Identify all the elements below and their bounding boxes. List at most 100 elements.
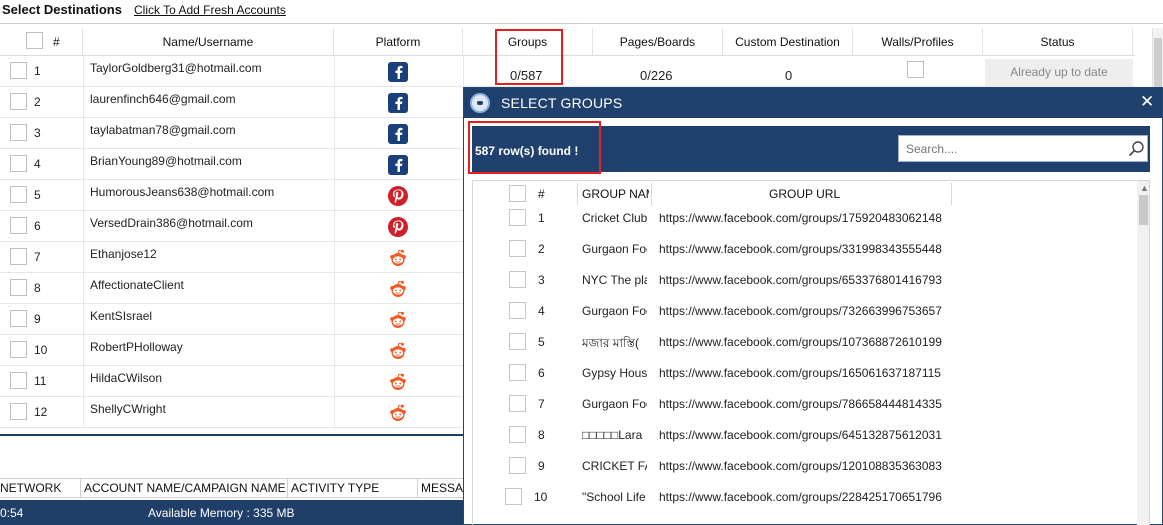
row-number: 11: [34, 374, 47, 388]
group-checkbox[interactable]: [509, 333, 526, 350]
pages-count[interactable]: 0/226: [640, 68, 673, 83]
group-url: https://www.facebook.com/groups/22842517…: [659, 490, 942, 504]
groups-scrollbar-thumb[interactable]: [1139, 195, 1148, 225]
group-row[interactable]: 5 মজার মাস্তি(https://www.facebook.com/gr…: [473, 330, 1135, 361]
group-number: 7: [538, 397, 545, 411]
search-box[interactable]: [898, 135, 1148, 162]
group-checkbox[interactable]: [509, 302, 526, 319]
group-name: Cricket Club: [582, 211, 647, 225]
header-walls-profiles[interactable]: Walls/Profiles: [853, 28, 983, 56]
pinterest-icon: [388, 217, 408, 237]
group-checkbox[interactable]: [509, 426, 526, 443]
log-col-network[interactable]: NETWORK: [0, 481, 61, 495]
header-select-col: #: [0, 28, 83, 56]
cell-divider: [83, 273, 84, 304]
log-col-message[interactable]: MESSAGE: [421, 481, 463, 495]
group-checkbox[interactable]: [509, 240, 526, 257]
cell-divider: [334, 242, 335, 273]
group-checkbox[interactable]: [505, 488, 522, 505]
facebook-icon: [388, 155, 408, 175]
cell-divider: [334, 180, 335, 211]
rows-found-highlight: [468, 121, 601, 174]
account-username: Ethanjose12: [90, 247, 157, 261]
group-row[interactable]: 6 Gypsy House https://www.facebook.com/gro…: [473, 361, 1135, 392]
group-row[interactable]: 7 Gurgaon Food https://www.facebook.com/gr…: [473, 392, 1135, 423]
header-platform[interactable]: Platform: [334, 28, 463, 56]
group-checkbox[interactable]: [509, 395, 526, 412]
walls-profiles-checkbox[interactable]: [907, 61, 924, 78]
group-url: https://www.facebook.com/groups/73266399…: [659, 304, 942, 318]
log-col-separator: [80, 479, 81, 497]
cell-divider: [334, 211, 335, 242]
group-number: 8: [538, 428, 545, 442]
row-number: 12: [34, 405, 48, 419]
group-row[interactable]: 4 Gurgaon Food https://www.facebook.com/gr…: [473, 299, 1135, 330]
group-checkbox[interactable]: [509, 364, 526, 381]
account-row[interactable]: 1 TaylorGoldberg31@hotmail.com: [0, 56, 1135, 87]
group-name: □□□□□Lara: [582, 428, 643, 442]
group-number: 5: [538, 335, 545, 349]
group-name: Gurgaon Food: [582, 304, 647, 318]
group-name: Gypsy House: [582, 366, 647, 380]
row-checkbox[interactable]: [10, 217, 27, 234]
group-name: "School Life: [582, 490, 646, 504]
row-checkbox[interactable]: [10, 155, 27, 172]
row-checkbox[interactable]: [10, 124, 27, 141]
log-col-account[interactable]: ACCOUNT NAME/CAMPAIGN NAME: [84, 481, 286, 495]
search-icon[interactable]: [1128, 140, 1145, 157]
row-checkbox[interactable]: [10, 279, 27, 296]
row-checkbox[interactable]: [10, 310, 27, 327]
cell-divider: [334, 149, 335, 180]
group-row[interactable]: 2 Gurgaon Food https://www.facebook.com/gr…: [473, 237, 1135, 268]
custom-destination-count[interactable]: 0: [785, 68, 792, 83]
groups-scrollbar[interactable]: [1137, 181, 1149, 525]
select-all-checkbox[interactable]: [26, 32, 43, 49]
group-url: https://www.facebook.com/groups/10736887…: [659, 335, 942, 349]
row-checkbox[interactable]: [10, 248, 27, 265]
group-checkbox[interactable]: [509, 271, 526, 288]
header-status[interactable]: Status: [983, 28, 1133, 56]
group-row[interactable]: 10 "School Life https://www.facebook.com/g…: [473, 485, 1135, 516]
pinterest-icon: [388, 186, 408, 206]
group-row[interactable]: 8 □□□□□Lara https://www.facebook.com/group…: [473, 423, 1135, 454]
groups-col-name[interactable]: GROUP NAME: [582, 183, 649, 205]
header-pages-boards[interactable]: Pages/Boards: [593, 28, 723, 56]
add-fresh-accounts-link[interactable]: Click To Add Fresh Accounts: [134, 3, 286, 17]
group-checkbox[interactable]: [509, 209, 526, 226]
scroll-up-icon[interactable]: ▲: [1140, 183, 1149, 193]
dialog-title-bar[interactable]: SELECT GROUPS ✕: [464, 88, 1162, 118]
row-number: 6: [34, 219, 41, 233]
groups-col-url[interactable]: GROUP URL: [769, 183, 840, 205]
close-icon[interactable]: ✕: [1140, 92, 1154, 112]
group-name: Gurgaon Food: [582, 397, 647, 411]
dialog-title: SELECT GROUPS: [501, 95, 623, 111]
group-row[interactable]: 3 NYC The place https://www.facebook.com/g…: [473, 268, 1135, 299]
cell-divider: [83, 149, 84, 180]
group-row[interactable]: 1 Cricket Club https://www.facebook.com/gr…: [473, 206, 1135, 237]
search-input[interactable]: [899, 136, 1123, 161]
row-number: 4: [34, 157, 41, 171]
row-checkbox[interactable]: [10, 62, 27, 79]
account-username: taylabatman78@gmail.com: [90, 123, 236, 137]
app-logo-icon: [470, 93, 490, 113]
group-row[interactable]: 9 CRICKET FANS https://www.facebook.com/gr…: [473, 454, 1135, 485]
group-url: https://www.facebook.com/groups/12010883…: [659, 459, 942, 473]
group-name: NYC The place: [582, 273, 647, 287]
group-url: https://www.facebook.com/groups/16506163…: [659, 366, 941, 380]
row-checkbox[interactable]: [10, 93, 27, 110]
cell-divider: [334, 273, 335, 304]
cell-divider: [83, 335, 84, 366]
group-number: 6: [538, 366, 545, 380]
row-number: 3: [34, 126, 41, 140]
select-all-groups-checkbox[interactable]: [509, 185, 526, 202]
row-checkbox[interactable]: [10, 372, 27, 389]
header-name[interactable]: Name/Username: [83, 28, 334, 56]
account-username: TaylorGoldberg31@hotmail.com: [90, 61, 262, 75]
group-checkbox[interactable]: [509, 457, 526, 474]
row-checkbox[interactable]: [10, 341, 27, 358]
header-custom-destination[interactable]: Custom Destination: [723, 28, 853, 56]
groups-col-number[interactable]: #: [538, 183, 545, 205]
log-col-activity[interactable]: ACTIVITY TYPE: [291, 481, 379, 495]
row-checkbox[interactable]: [10, 186, 27, 203]
row-checkbox[interactable]: [10, 403, 27, 420]
